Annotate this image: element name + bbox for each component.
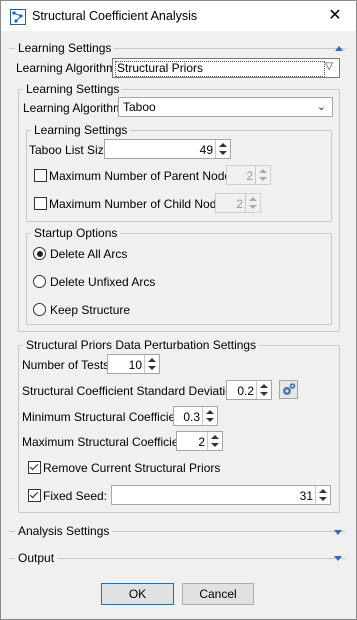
algorithm-label: Learning Algorithm [16, 61, 117, 75]
learning-settings-legend: Learning Settings [15, 41, 115, 55]
std-spinner[interactable]: 0.2 [226, 380, 272, 400]
cancel-button[interactable]: Cancel [182, 583, 254, 605]
radio-label-delete-unfixed: Delete Unfixed Arcs [50, 275, 156, 289]
radio-keep-structure[interactable] [33, 303, 46, 316]
decrement-icon[interactable] [249, 205, 257, 209]
inner-algorithm-label: Learning Algorithm [23, 101, 124, 115]
collapse-learning-icon[interactable] [335, 46, 343, 51]
tests-stepper[interactable] [144, 355, 159, 373]
max-child-spinner[interactable]: 2 [215, 193, 261, 213]
inner-learning-legend: Learning Settings [23, 82, 123, 96]
output-legend[interactable]: Output [15, 551, 58, 565]
ok-button[interactable]: OK [101, 583, 174, 605]
std-label: Structural Coefficient Standard Deviatio… [22, 384, 239, 398]
chevron-down-icon: ▽ [325, 61, 333, 72]
taboo-spinner[interactable]: 49 [104, 139, 231, 159]
title-bar: Structural Coefficient Analysis ✕ [1, 1, 356, 31]
max-parent-checkbox[interactable] [34, 169, 47, 182]
analysis-settings-legend[interactable]: Analysis Settings [15, 524, 113, 538]
radio-delete-all-arcs[interactable] [33, 247, 46, 260]
max-child-stepper[interactable] [245, 194, 260, 212]
gear-icon[interactable] [279, 380, 298, 399]
tests-value: 10 [128, 358, 142, 372]
taboo-group-legend: Learning Settings [31, 123, 131, 137]
expand-analysis-icon[interactable] [334, 530, 342, 535]
max-stepper[interactable] [207, 432, 222, 450]
max-parent-label: Maximum Number of Parent Nodes [49, 169, 238, 183]
radio-label-delete-all: Delete All Arcs [50, 247, 128, 261]
increment-icon[interactable] [259, 169, 267, 173]
tests-spinner[interactable]: 10 [107, 354, 160, 374]
fixed-seed-label: Fixed Seed: [43, 489, 108, 503]
min-spinner[interactable]: 0.3 [173, 406, 218, 426]
remove-priors-checkbox[interactable] [28, 461, 41, 474]
startup-legend: Startup Options [31, 226, 121, 240]
decrement-icon[interactable] [148, 366, 156, 370]
increment-icon[interactable] [249, 197, 257, 201]
std-value: 0.2 [237, 384, 254, 398]
seed-spinner[interactable]: 31 [111, 485, 331, 505]
close-icon: ✕ [328, 7, 342, 24]
perturbation-legend: Structural Priors Data Perturbation Sett… [23, 338, 260, 352]
algorithm-select-value: Structural Priors [117, 61, 204, 75]
taboo-label: Taboo List Size [29, 143, 111, 157]
max-parent-spinner[interactable]: 2 [226, 165, 271, 185]
increment-icon[interactable] [319, 489, 327, 493]
radio-delete-unfixed-arcs[interactable] [33, 275, 46, 288]
max-child-label: Maximum Number of Child Nodes [49, 197, 230, 211]
max-child-value: 2 [236, 197, 243, 211]
tests-label: Number of Tests [22, 358, 110, 372]
min-value: 0.3 [183, 410, 200, 424]
decrement-icon[interactable] [206, 418, 214, 422]
close-button[interactable]: ✕ [323, 5, 347, 27]
decrement-icon[interactable] [259, 177, 267, 181]
min-stepper[interactable] [202, 407, 217, 425]
max-value: 2 [198, 435, 205, 449]
chevron-down-icon: ⌄ [316, 101, 326, 113]
algorithm-select[interactable]: Structural Priors ▽ [112, 58, 340, 78]
inner-algorithm-value: Taboo [123, 100, 156, 114]
expand-output-icon[interactable] [334, 556, 342, 561]
fixed-seed-checkbox[interactable] [28, 489, 41, 502]
increment-icon[interactable] [219, 143, 227, 147]
max-parent-stepper[interactable] [255, 166, 270, 184]
taboo-value: 49 [199, 143, 213, 157]
increment-icon[interactable] [148, 358, 156, 362]
taboo-stepper[interactable] [215, 140, 230, 158]
max-child-checkbox[interactable] [34, 197, 47, 210]
seed-value: 31 [299, 489, 313, 503]
app-icon [10, 9, 26, 25]
decrement-icon[interactable] [219, 151, 227, 155]
max-spinner[interactable]: 2 [176, 431, 223, 451]
output-divider [9, 558, 346, 559]
remove-priors-label: Remove Current Structural Priors [43, 461, 221, 475]
inner-algorithm-select[interactable]: Taboo ⌄ [118, 97, 333, 117]
seed-stepper[interactable] [315, 486, 330, 504]
increment-icon[interactable] [260, 384, 268, 388]
max-label: Maximum Structural Coefficient [22, 435, 189, 449]
window-title: Structural Coefficient Analysis [32, 9, 198, 23]
max-parent-value: 2 [246, 169, 253, 183]
min-label: Minimum Structural Coefficient [22, 410, 186, 424]
decrement-icon[interactable] [260, 392, 268, 396]
radio-label-keep-structure: Keep Structure [50, 303, 131, 317]
decrement-icon[interactable] [319, 497, 327, 501]
increment-icon[interactable] [206, 410, 214, 414]
std-stepper[interactable] [256, 381, 271, 399]
increment-icon[interactable] [211, 435, 219, 439]
decrement-icon[interactable] [211, 443, 219, 447]
